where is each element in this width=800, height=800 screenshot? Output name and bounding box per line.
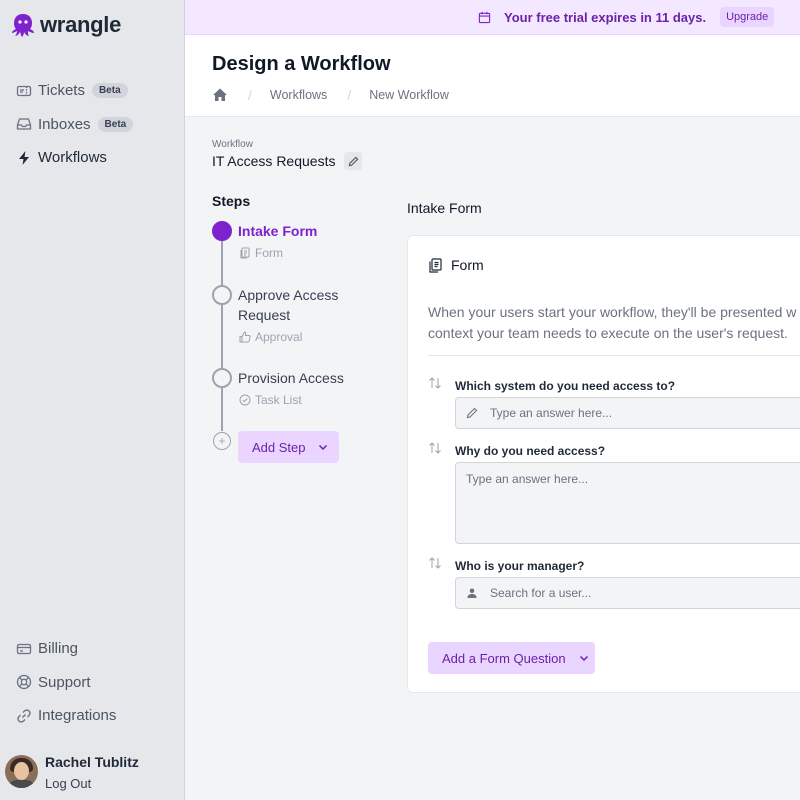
sidebar-item-label: Workflows (38, 149, 107, 167)
card-heading: Form (428, 257, 484, 273)
breadcrumb-new-workflow[interactable]: New Workflow (369, 88, 449, 102)
home-icon[interactable] (212, 87, 228, 103)
sidebar-item-inboxes[interactable]: Inboxes Beta (0, 108, 185, 142)
form-icon (240, 247, 250, 259)
step-type: Task List (239, 393, 302, 407)
sidebar-item-billing[interactable]: Billing (0, 632, 185, 666)
input-placeholder: Type an answer here... (466, 472, 589, 486)
logout-link[interactable]: Log Out (45, 776, 139, 791)
input-placeholder: Search for a user... (490, 586, 592, 600)
beta-badge: Beta (91, 83, 128, 99)
step-indicator-active[interactable] (212, 221, 232, 241)
breadcrumb-workflows[interactable]: Workflows (270, 88, 327, 102)
link-icon (16, 708, 32, 724)
page-header: Design a Workflow / Workflows / New Work… (185, 35, 800, 117)
thumbs-up-icon (239, 331, 251, 343)
step-type: Approval (239, 330, 302, 344)
question-label: Who is your manager? (455, 559, 585, 573)
question-answer-textarea[interactable]: Type an answer here... (455, 462, 800, 544)
logo-text: wrangle (40, 12, 122, 37)
add-form-question-button[interactable]: Add a Form Question (428, 642, 595, 674)
question-label: Which system do you need access to? (455, 379, 676, 393)
user-search-input[interactable]: Search for a user... (455, 577, 800, 609)
add-step-plus-icon[interactable]: + (213, 432, 231, 450)
sidebar-item-label: Tickets (38, 82, 85, 100)
input-placeholder: Type an answer here... (490, 406, 613, 420)
octopus-logo-icon (12, 14, 34, 37)
chevron-down-icon (318, 444, 327, 451)
step-title-intake-form[interactable]: Intake Form (238, 221, 368, 241)
user-profile: Rachel Tublitz Log Out (5, 752, 139, 791)
step-type-label: Form (255, 246, 283, 260)
workflow-label: Workflow (212, 139, 253, 150)
trial-banner: Your free trial expires in 11 days. Upgr… (185, 0, 800, 35)
beta-badge: Beta (97, 116, 134, 132)
card-heading-label: Form (451, 257, 484, 273)
sidebar-primary-nav: Tickets Beta Inboxes Beta Workflows (0, 74, 185, 175)
check-circle-icon (239, 394, 251, 406)
sidebar-secondary-nav: Billing Support Integrations (0, 632, 185, 733)
divider (428, 355, 800, 356)
avatar[interactable] (5, 755, 38, 788)
sidebar-item-label: Inboxes (38, 115, 91, 133)
question-label: Why do you need access? (455, 444, 606, 458)
sidebar-item-label: Billing (38, 640, 79, 658)
calendar-icon (478, 11, 491, 23)
bolt-icon (16, 150, 32, 166)
sidebar: wrangle Tickets Beta Inboxes Beta Workfl… (0, 0, 185, 800)
upgrade-button[interactable]: Upgrade (720, 7, 775, 27)
reorder-handle-icon[interactable] (428, 557, 442, 569)
credit-card-icon (16, 641, 32, 657)
description-line: context your team needs to execute on th… (428, 325, 788, 341)
step-title-provision-access[interactable]: Provision Access (238, 368, 368, 388)
question-answer-input[interactable]: Type an answer here... (455, 397, 800, 429)
reorder-handle-icon[interactable] (428, 442, 442, 454)
step-type-label: Approval (255, 330, 303, 344)
step-type-label: Task List (255, 393, 302, 407)
step-title-approve-access[interactable]: Approve Access Request (238, 285, 368, 325)
steps-connector-line (221, 241, 223, 431)
chevron-down-icon (579, 655, 588, 662)
add-step-label: Add Step (252, 439, 306, 455)
panel-title: Intake Form (407, 200, 482, 216)
sidebar-item-integrations[interactable]: Integrations (0, 699, 185, 733)
sidebar-item-support[interactable]: Support (0, 666, 185, 700)
sidebar-item-label: Support (38, 673, 91, 691)
form-card: Form When your users start your workflow… (407, 235, 800, 693)
add-step-button[interactable]: Add Step (238, 431, 339, 463)
step-indicator[interactable] (212, 285, 232, 305)
pencil-icon (348, 156, 358, 166)
breadcrumb-separator: / (248, 87, 252, 103)
sidebar-item-label: Integrations (38, 707, 117, 725)
logo[interactable]: wrangle (11, 12, 121, 38)
description-line: When your users start your workflow, the… (428, 304, 797, 320)
reorder-handle-icon[interactable] (428, 377, 442, 389)
add-question-label: Add a Form Question (442, 650, 566, 666)
step-type: Form (239, 246, 283, 260)
inbox-icon (16, 116, 32, 132)
breadcrumb-separator: / (347, 87, 352, 103)
trial-message: Your free trial expires in 11 days. (504, 9, 707, 25)
workflow-name: IT Access Requests (212, 153, 336, 169)
breadcrumb: / Workflows / New Workflow (212, 87, 449, 103)
form-icon (429, 257, 442, 273)
page-title: Design a Workflow (212, 53, 391, 75)
user-icon (467, 588, 477, 598)
ticket-icon (16, 83, 32, 99)
user-name: Rachel Tublitz (45, 754, 139, 770)
lifebuoy-icon (16, 674, 32, 690)
steps-heading: Steps (212, 193, 251, 209)
pencil-icon (466, 407, 478, 419)
sidebar-item-tickets[interactable]: Tickets Beta (0, 74, 185, 108)
form-description: When your users start your workflow, the… (428, 302, 800, 344)
edit-workflow-name-button[interactable] (344, 152, 362, 170)
sidebar-item-workflows[interactable]: Workflows (0, 141, 185, 175)
step-indicator[interactable] (212, 368, 232, 388)
